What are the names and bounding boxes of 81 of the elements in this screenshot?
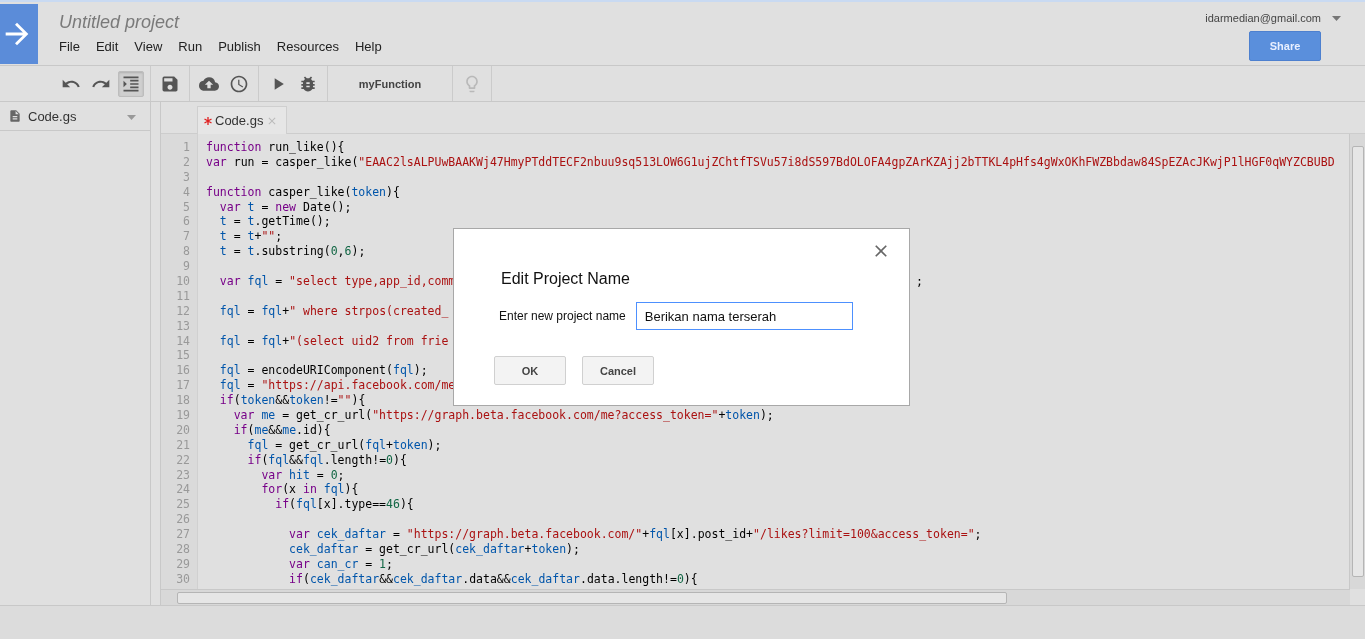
vertical-scrollbar[interactable] [1349,134,1365,589]
line-number: 15 [175,348,191,364]
line-number: 3 [182,169,191,185]
code-line: fql = encodeURIComponent(fql); [218,363,428,378]
line-number: 6 [182,214,191,230]
line-number: 1 [182,140,191,155]
code-line: if(me&&me.id){ [232,422,331,437]
code-line: t = t.substring(0,6); [218,244,366,259]
code-line: var hit = 0; [260,467,345,482]
logo[interactable] [0,4,38,64]
line-number: 30 [175,571,191,587]
line-number: 2 [182,154,191,170]
line-number: 17 [175,378,191,394]
line-number: 4 [182,184,191,200]
code-line: function casper_like(token){ [206,184,400,199]
line-number: 27 [175,527,191,543]
scrollbar-thumb[interactable] [177,592,1007,604]
line-number: 23 [175,467,191,483]
code-line: var run = casper_like("EAAC2lsALPUwBAAKWj47HmyPTddTECF2nbuu9sq513LOW6G1ujZChtfTSVu57i8dS597BdOLOFA4gpZArKZAjj2bTTKL4pHfs4gWxOKhFWZBbdaw84SpEZAcJKwjP1lHGF0qWYZCBUBD [206,154,1335,169]
line-number: 7 [182,229,191,245]
caret-icon [127,115,136,120]
line-number: 5 [182,199,191,215]
code-line: var cek_daftar = "https://graph.beta.facebook.com/"+fql[x].post_id+"/likes?limit=100&access_token="; [288,527,982,542]
menu-item[interactable]: Edit [95,39,135,54]
line-number: 28 [175,542,191,557]
code-line: fql = fql+"(select uid2 from frie [218,333,449,348]
line-number: 21 [175,437,191,453]
file-tab[interactable]: Code.gs [197,106,288,134]
line-number: 11 [175,288,191,304]
caret-icon [1332,16,1341,21]
line-number: 10 [175,274,191,289]
menu-item[interactable]: Resources [276,39,355,54]
menu-item[interactable]: File [59,39,96,54]
menu-item[interactable]: Publish [218,39,277,54]
code-line: fql = "https://api.facebook.com/me [218,378,456,393]
scrollbar-thumb[interactable] [1352,146,1364,577]
line-number: 18 [175,393,191,409]
code-line: var can_cr = 1; [288,556,393,571]
line-number: 12 [175,303,191,319]
line-number: 16 [175,363,191,379]
line-number: 13 [175,318,191,334]
menu-item[interactable]: Help [354,39,398,54]
line-number: 19 [175,408,191,423]
line-number: 22 [175,452,191,468]
code-line: fql = fql+" where strpos(created_ [218,303,449,318]
menu-item[interactable]: View [134,39,179,54]
code-line: function run_like(){ [206,140,345,154]
code-line: for(x in fql){ [260,482,359,497]
code-fragment: ; [916,274,923,289]
line-number: 14 [175,333,191,349]
clock-icon [229,73,249,94]
dialog-title: Edit Project Name [501,270,631,288]
line-number: 25 [175,497,191,513]
code-line: cek_daftar = get_cr_url(cek_daftar+token); [288,542,580,557]
dialog-button[interactable]: OK [494,356,566,385]
code-line: var fql = "select type,app_id,comm [218,274,456,288]
code-line: if(fql[x].type==46){ [274,497,414,512]
line-number: 20 [175,422,191,438]
account-menu[interactable]: idarmedian@gmail.com [1205,12,1343,24]
dialog-button[interactable]: Cancel [582,356,654,385]
code-line: if(token&&token!=""){ [218,393,366,408]
field-label: Enter new project name [499,309,626,323]
line-number: 9 [182,259,191,274]
horizontal-scrollbar[interactable] [161,589,1350,605]
code-line: var me = get_cr_url("https://graph.beta.facebook.com/me?access_token="+token); [232,408,774,423]
function-select[interactable]: myFunction [334,77,446,90]
code-line: t = t.getTime(); [218,214,331,229]
project-name-field[interactable]: Berikan nama terserah [635,302,853,330]
toolbar-button[interactable] [118,70,144,97]
line-number: 26 [175,512,191,528]
line-number: 24 [175,482,191,498]
menu-item[interactable]: Run [178,39,219,54]
code-line: if(cek_daftar&&cek_daftar.data&&cek_daftar.data.length!=0){ [288,571,698,586]
code-line: if(fql&&fql.length!=0){ [246,452,407,467]
line-number: 8 [182,244,191,260]
sidebar-file[interactable]: Code.gs [0,102,150,131]
code-line: fql = get_cr_url(fql+token); [246,437,442,452]
code-line: var t = new Date(); [218,199,352,214]
file-icon [8,109,22,123]
code-line: t = t+""; [218,229,283,244]
line-number: 29 [175,556,191,572]
